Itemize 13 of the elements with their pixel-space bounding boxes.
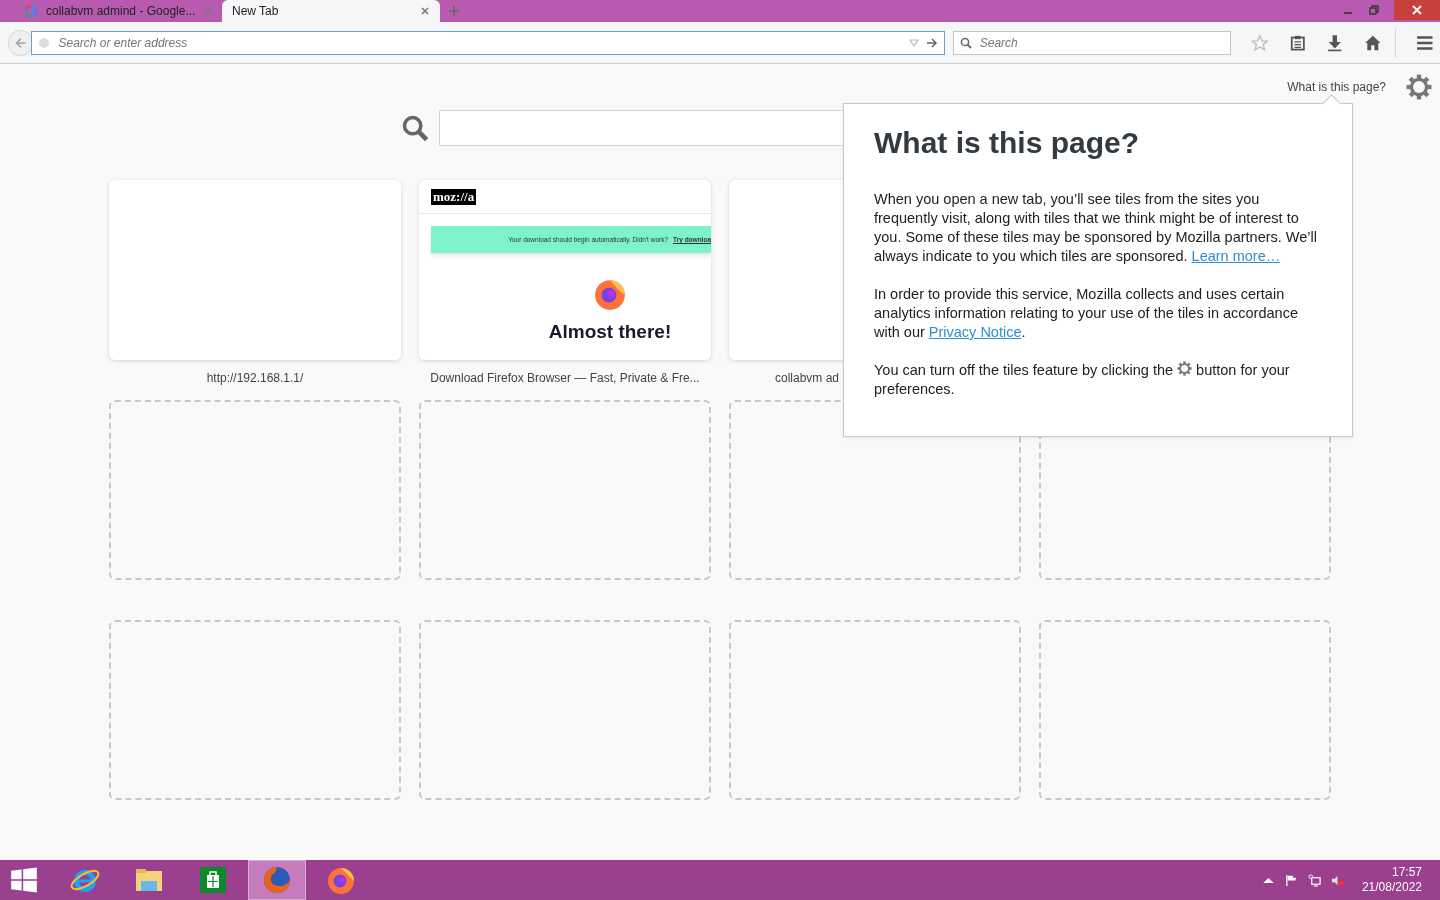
popup-paragraph: You can turn off the tiles feature by clicking the button for your preferences.: [874, 361, 1291, 399]
tab-title: collabvm admind - Google...: [46, 4, 196, 18]
tile-title: http://192.168.1.1/: [206, 371, 304, 385]
logo-text: moz://a: [431, 188, 477, 205]
popup-paragraph: When you open a new tab, you’ll see tiles from the sites you frequently visit, along with tiles that we think might be of interest to you. Some of these tiles may be sponsored by Mozilla partners. We’ll always indicate to you which tiles are sponsored. Learn more…: [874, 190, 1318, 266]
clock-date: 21/08/2022: [1361, 880, 1422, 895]
clock-time: 17:57: [1391, 865, 1422, 880]
tile-title: Download Firefox Browser — Fast, Private & Fre...: [430, 371, 700, 385]
preview-heading: Almost there!: [548, 321, 672, 343]
popup-paragraph: In order to provide this service, Mozilla collects and uses certain analytics information relating to your use of the tiles in accordance with our Privacy Notice.: [874, 285, 1299, 342]
popup-title: What is this page?: [874, 126, 1141, 160]
tile-title: collabvm ad: [775, 371, 840, 385]
tab-title: New Tab: [232, 4, 280, 18]
